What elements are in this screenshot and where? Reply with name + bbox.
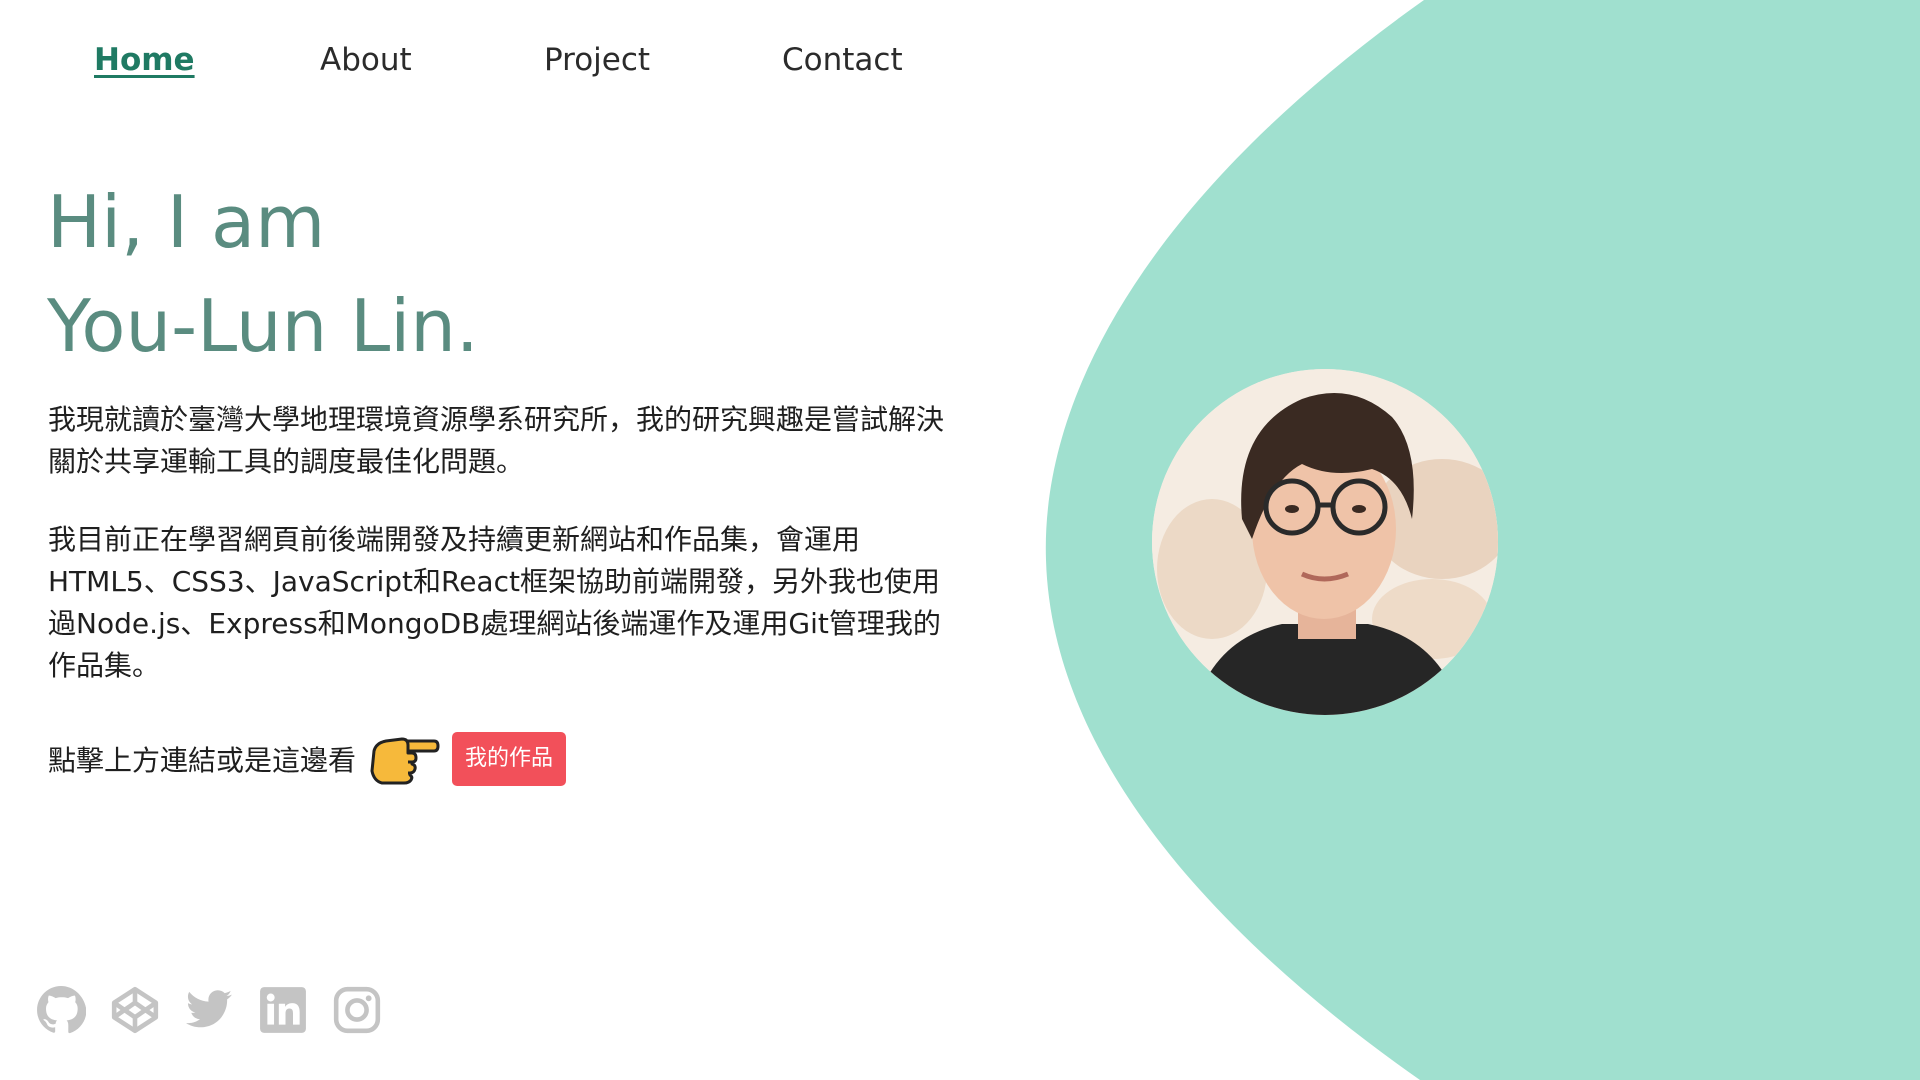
nav-contact-link[interactable]: Contact <box>782 38 942 82</box>
hero-name: You-Lun Lin. <box>47 284 479 368</box>
github-icon[interactable] <box>36 985 86 1035</box>
twitter-icon[interactable] <box>184 985 234 1035</box>
pointing-right-hand-icon <box>368 731 440 787</box>
my-portfolio-button[interactable]: 我的作品 <box>452 732 567 786</box>
nav-about-link[interactable]: About <box>320 38 544 82</box>
nav-project-link[interactable]: Project <box>544 38 782 82</box>
main-nav: Home About Project Contact <box>94 38 942 82</box>
profile-photo <box>1152 369 1498 715</box>
hero-heading: Hi, I am You-Lun Lin. <box>47 170 479 378</box>
cta-row: 點擊上方連結或是這邊看 我的作品 <box>48 731 567 787</box>
instagram-icon[interactable] <box>332 985 382 1035</box>
linkedin-icon[interactable] <box>258 985 308 1035</box>
intro-paragraph-skills: 我目前正在學習網頁前後端開發及持續更新網站和作品集，會運用HTML5、CSS3、… <box>48 523 941 682</box>
social-links <box>36 985 382 1035</box>
avatar <box>1152 369 1498 715</box>
cta-text: 點擊上方連結或是這邊看 <box>48 744 357 777</box>
hero-greeting: Hi, I am <box>47 180 326 264</box>
intro-paragraph-research: 我現就讀於臺灣大學地理環境資源學系研究所，我的研究興趣是嘗試解決關於共享運輸工具… <box>48 403 945 478</box>
codepen-icon[interactable] <box>110 985 160 1035</box>
nav-home-link[interactable]: Home <box>94 38 320 82</box>
